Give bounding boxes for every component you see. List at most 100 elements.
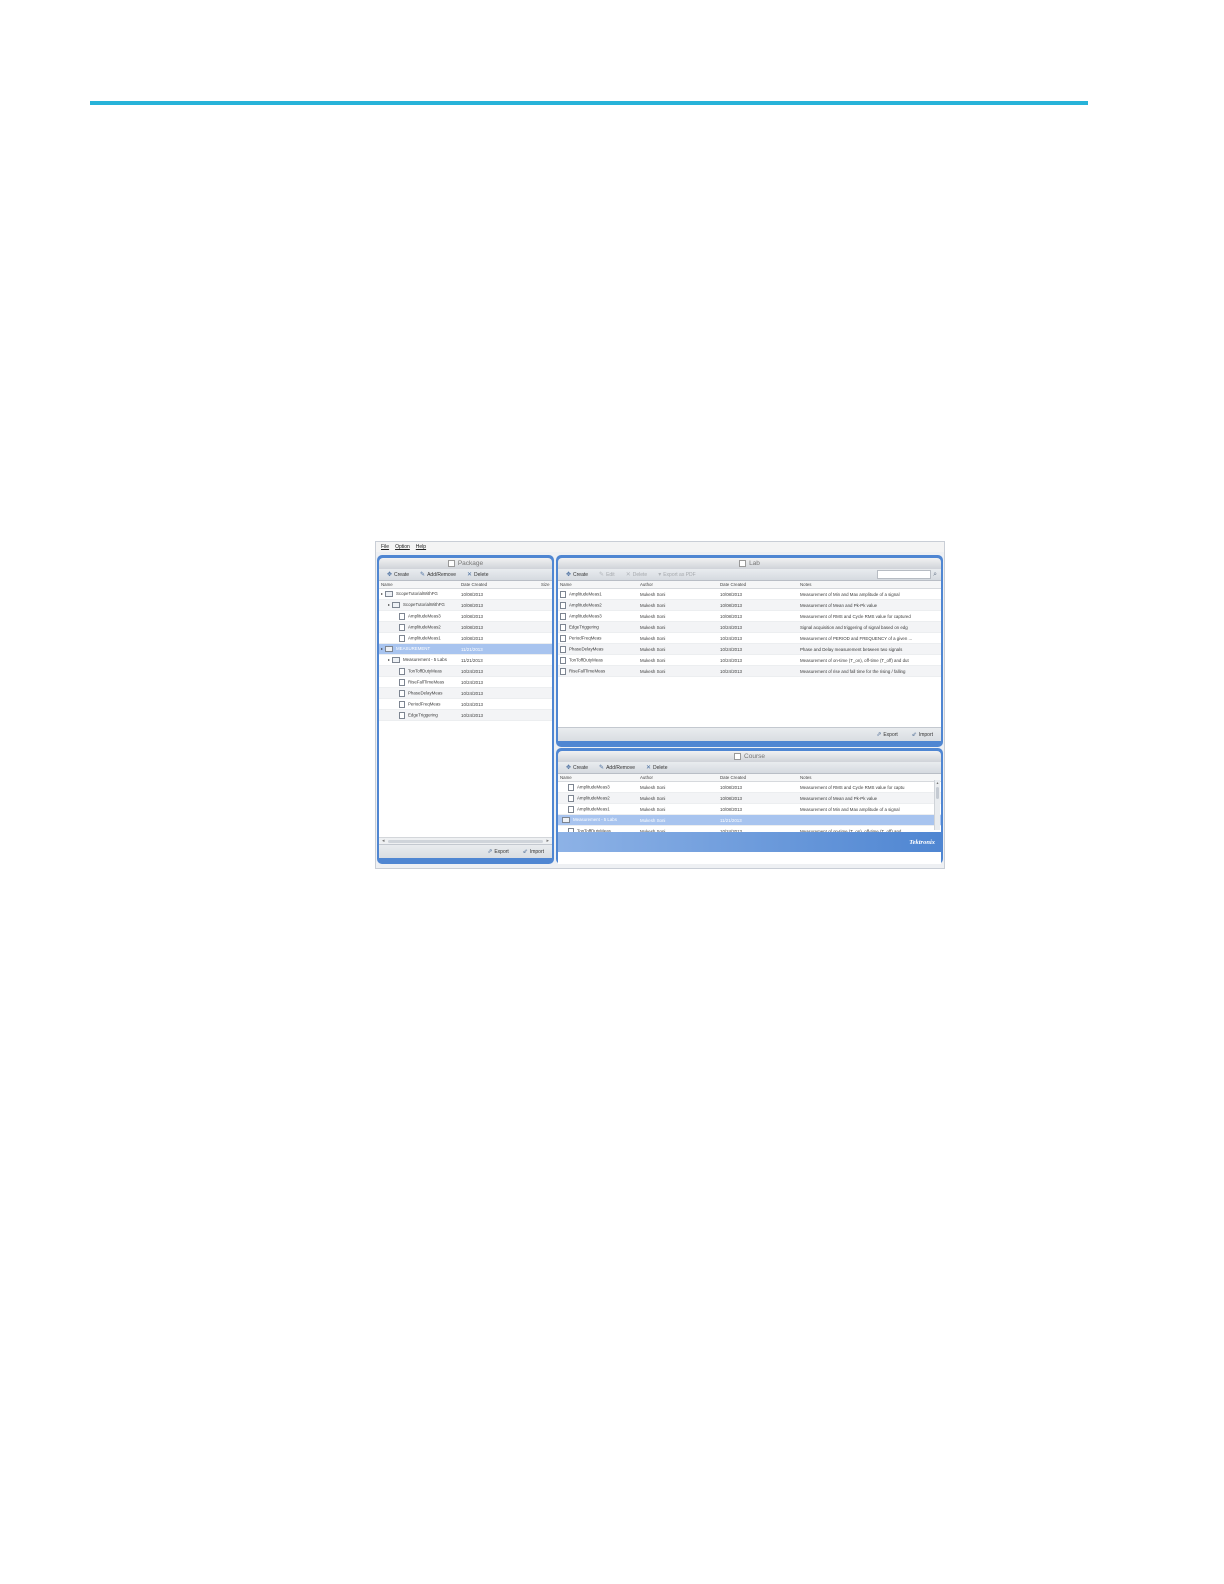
document-icon [568,805,574,813]
table-row[interactable]: TonToffDutyMeas Mukesh Soni 10/24/2013 Meas… [558,655,941,666]
course-create-button[interactable]: ✥ Create [566,764,589,772]
lab-search-input[interactable] [877,570,932,579]
scroll-up-icon[interactable]: ▴ [936,780,938,785]
pdf-icon: ▾ [658,572,662,578]
lab-toolbar: ✥ Create ✎ Edit ✕ Delete ▾ Export as PDF ⌕ [558,569,941,581]
package-add-remove-button[interactable]: ✎ Add/Remove [420,571,456,579]
tree-cell-date: 10/24/2013 [461,679,483,685]
table-row[interactable]: RiseFallTimeMeas Mukesh Soni 10/24/2013 Mea… [558,666,941,677]
lab-cell-date: 10/08/2013 [720,602,742,608]
search-icon[interactable]: ⌕ [933,571,937,579]
lab-cell-name: TonToffDutyMeas [558,656,638,664]
course-cell-author: Mukesh Soni [640,784,666,790]
brand-bar: Tektronix [558,832,941,852]
tree-row[interactable]: ▸ ScopeTutorialWithFG 10/08/2013 [379,600,552,611]
course-add-remove-button[interactable]: ✎ Add/Remove [599,764,635,772]
course-col-date[interactable]: Date Created [718,775,798,780]
lab-export-pdf-label: Export as PDF [663,571,696,578]
course-col-name[interactable]: Name [558,775,638,780]
lab-col-author[interactable]: Author [638,582,718,587]
lab-title-label: Lab [749,560,760,567]
lab-cell-author: Mukesh Soni [640,591,666,597]
package-create-button[interactable]: ✥ Create [387,571,409,579]
lab-create-button[interactable]: ✥ Create [566,571,588,579]
package-col-name[interactable]: Name [379,582,459,587]
table-row[interactable]: EdgeTriggering Mukesh Soni 10/24/2013 Signa… [558,622,941,633]
tree-row[interactable]: AmplitudeMeas2 10/08/2013 [379,622,552,633]
course-toolbar: ✥ Create ✎ Add/Remove ✕ Delete [558,762,941,774]
course-add-remove-label: Add/Remove [606,764,635,771]
lab-edit-button[interactable]: ✎ Edit [599,571,615,579]
scroll-thumb[interactable] [936,787,939,799]
tree-row[interactable]: EdgeTriggering 10/24/2013 [379,710,552,721]
lab-col-name[interactable]: Name [558,582,638,587]
table-row[interactable]: AmplitudeMeas3 Mukesh Soni 10/08/2013 Measu… [558,611,941,622]
tree-cell-date: 10/24/2013 [461,668,483,674]
table-row[interactable]: AmplitudeMeas1 Mukesh Soni 10/08/2013 Measu… [558,804,941,815]
lab-export-button[interactable]: ⇗ Export [876,731,897,739]
course-item-name: AmplitudeMeas1 [577,806,610,812]
tree-row[interactable]: AmplitudeMeas1 10/08/2013 [379,633,552,644]
table-row[interactable]: Measurement - 5 Labs Mukesh Soni 11/21/201… [558,815,941,826]
lab-panel: Lab ✥ Create ✎ Edit ✕ Delete ▾ Export as PDF… [556,555,943,747]
package-title-label: Package [457,560,484,567]
course-table: AmplitudeMeas3 Mukesh Soni 10/08/2013 Measu… [558,782,941,832]
package-horizontal-scrollbar[interactable]: ◂ ▸ [379,837,552,844]
table-row[interactable]: AmplitudeMeas2 Mukesh Soni 10/08/2013 Measu… [558,600,941,611]
tree-cell-name: ▸ MEASUREMENT [379,646,459,652]
menu-help[interactable]: Help [416,544,426,550]
course-cell-name: AmplitudeMeas3 [558,783,638,791]
package-add-remove-label: Add/Remove [427,571,456,578]
course-col-notes[interactable]: Notes [798,775,936,780]
tree-item-label: EdgeTriggering [408,712,438,718]
lab-col-date[interactable]: Date Created [718,582,798,587]
course-col-author[interactable]: Author [638,775,718,780]
course-cell-notes: Measurement of RMS and Cycle RMS value f… [800,784,905,790]
course-cell-date: 10/08/2013 [720,784,742,790]
course-create-label: Create [573,764,589,771]
course-delete-button[interactable]: ✕ Delete [646,764,667,772]
tree-row[interactable]: PeriodFreqMeas 10/24/2013 [379,699,552,710]
tree-item-label: ScopeTutorialWithFG [403,602,445,608]
document-icon [560,623,566,631]
lab-cell-date: 10/24/2013 [720,657,742,663]
folder-icon [562,817,570,823]
package-delete-button[interactable]: ✕ Delete [466,571,488,579]
lab-icon [739,560,747,567]
tree-cell-name: AmplitudeMeas3 [379,612,459,620]
package-col-size[interactable]: Size [539,582,552,587]
course-title-label: Course [744,753,765,760]
scroll-track[interactable] [387,839,544,843]
table-row[interactable]: AmplitudeMeas3 Mukesh Soni 10/08/2013 Measu… [558,782,941,793]
course-vertical-scrollbar[interactable]: ▴ [934,780,940,830]
table-row[interactable]: AmplitudeMeas2 Mukesh Soni 10/08/2013 Measu… [558,793,941,804]
package-import-button[interactable]: ⇙ Import [523,848,544,856]
lab-delete-button[interactable]: ✕ Delete [626,571,647,579]
lab-export-pdf-button[interactable]: ▾ Export as PDF [658,571,696,579]
table-row[interactable]: AmplitudeMeas1 Mukesh Soni 10/08/2013 Measu… [558,589,941,600]
menu-option[interactable]: Option [395,544,410,550]
tree-row[interactable]: PhaseDelayMeas 10/24/2013 [379,688,552,699]
lab-cell-name: AmplitudeMeas1 [558,590,638,598]
folder-icon [392,657,400,663]
tree-row[interactable]: AmplitudeMeas3 10/08/2013 [379,611,552,622]
lab-cell-author: Mukesh Soni [640,646,666,652]
tree-row[interactable]: ▸ Measurement - 5 Labs 11/21/2013 [379,655,552,666]
table-row[interactable]: TonToffDutyMeas Mukesh Soni 10/24/2013 Meas… [558,826,941,832]
package-col-date[interactable]: Date Created [459,582,539,587]
tree-item-label: MEASUREMENT [396,646,431,652]
tree-row[interactable]: ▸ MEASUREMENT 11/21/2013 [379,644,552,655]
delete-icon: ✕ [466,572,473,578]
lab-import-button[interactable]: ⇙ Import [912,731,933,739]
tree-cell-date: 10/08/2013 [461,591,483,597]
course-cell-notes: Measurement of Min and Max amplitude of … [800,806,900,812]
table-row[interactable]: PeriodFreqMeas Mukesh Soni 10/24/2013 Measu… [558,633,941,644]
lab-col-notes[interactable]: Notes [798,582,941,587]
package-export-button[interactable]: ⇗ Export [487,848,508,856]
tree-row[interactable]: TonToffDutyMeas 10/24/2013 [379,666,552,677]
lab-item-name: TonToffDutyMeas [569,657,603,663]
tree-row[interactable]: ▸ ScopeTutorialWithFG 10/08/2013 [379,589,552,600]
tree-row[interactable]: RiseFallTimeMeas 10/24/2013 [379,677,552,688]
table-row[interactable]: PhaseDelayMeas Mukesh Soni 10/24/2013 Phase… [558,644,941,655]
menu-file[interactable]: File [381,544,389,550]
